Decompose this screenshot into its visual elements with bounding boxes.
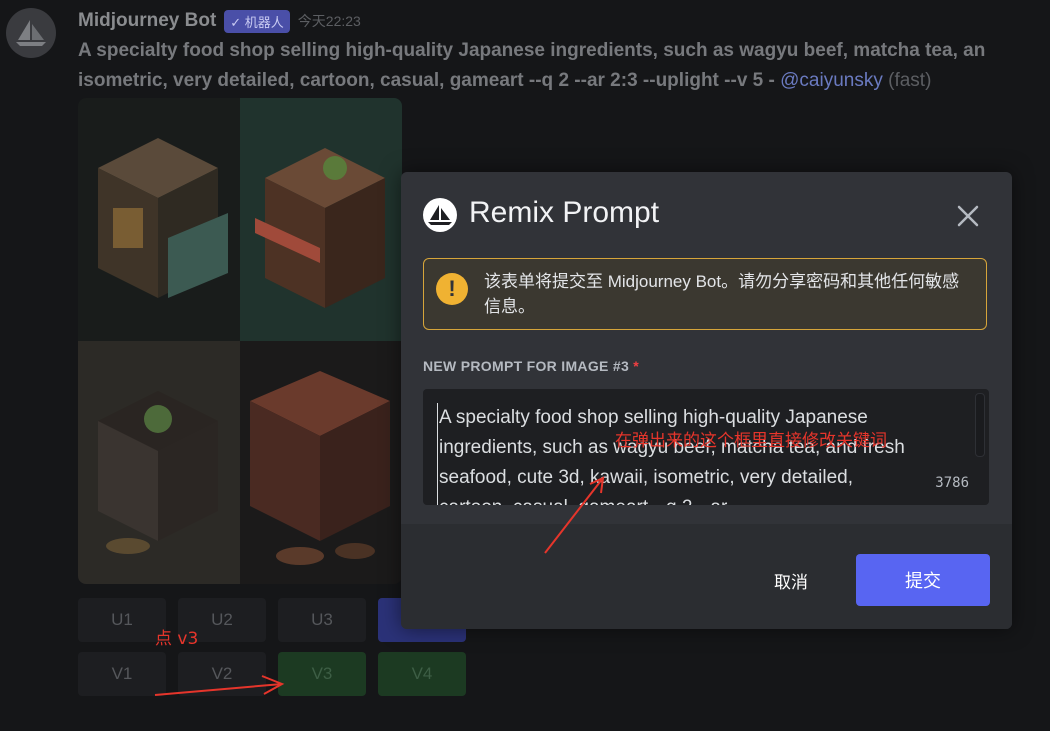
v3-button[interactable]: V3 [278, 652, 366, 696]
v2-button[interactable]: V2 [178, 652, 266, 696]
prompt-field-label: NEW PROMPT FOR IMAGE #3 * [423, 358, 639, 374]
isometric-shop-image-2 [255, 148, 385, 308]
message-prompt-line-1: A specialty food shop selling high-quali… [78, 40, 986, 61]
close-button[interactable] [954, 202, 982, 230]
submit-button[interactable]: 提交 [856, 554, 990, 606]
u3-button[interactable]: U3 [278, 598, 366, 642]
prompt-line-2-text: isometric, very detailed, cartoon, casua… [78, 70, 781, 91]
speed-label: (fast) [888, 70, 932, 91]
warning-icon: ! [436, 273, 468, 305]
v4-button[interactable]: V4 [378, 652, 466, 696]
image-tile-2[interactable] [240, 98, 402, 341]
image-tile-3[interactable] [78, 341, 240, 584]
midjourney-logo-icon [423, 198, 457, 232]
close-icon [957, 205, 979, 227]
sailboat-icon [16, 20, 46, 46]
author-name[interactable]: Midjourney Bot [78, 10, 216, 32]
variation-button-row: V1 V2 V3 V4 [78, 652, 466, 696]
isometric-shop-image-1 [98, 138, 228, 298]
message-timestamp: 今天22:23 [297, 13, 361, 29]
v1-button[interactable]: V1 [78, 652, 166, 696]
modal-title: Remix Prompt [469, 196, 660, 229]
u1-button[interactable]: U1 [78, 598, 166, 642]
message-prompt-line-2: isometric, very detailed, cartoon, casua… [78, 66, 1050, 96]
message-header: Midjourney Bot ✓ 机器人 今天22:23 [78, 8, 361, 34]
cancel-button[interactable]: 取消 [751, 562, 831, 598]
user-mention[interactable]: @caiyunsky [780, 70, 883, 91]
image-grid[interactable] [78, 98, 402, 584]
bot-badge: ✓ 机器人 [224, 9, 290, 33]
prompt-textarea-value[interactable]: A specialty food shop selling high-quali… [437, 403, 909, 505]
textarea-scrollbar[interactable] [975, 393, 985, 457]
isometric-shop-image-3 [98, 391, 218, 554]
warning-text: 该表单将提交至 Midjourney Bot。请勿分享密码和其他任何敏感信息。 [484, 272, 960, 316]
image-tile-4[interactable] [240, 341, 402, 584]
remix-prompt-modal: Remix Prompt ! 该表单将提交至 Midjourney Bot。请勿… [401, 172, 1012, 629]
prompt-field-label-text: NEW PROMPT FOR IMAGE #3 [423, 358, 630, 374]
required-mark: * [633, 358, 639, 374]
isometric-shop-image-4 [250, 371, 390, 565]
image-tile-1[interactable] [78, 98, 240, 341]
bot-avatar[interactable] [6, 8, 56, 58]
annotation-click-v3: 点 v3 [155, 629, 199, 649]
annotation-edit-hint: 在弹出来的这个框里直接修改关键词 [615, 431, 887, 451]
char-count: 3786 [935, 475, 969, 491]
warning-banner: ! 该表单将提交至 Midjourney Bot。请勿分享密码和其他任何敏感信息… [423, 258, 987, 330]
